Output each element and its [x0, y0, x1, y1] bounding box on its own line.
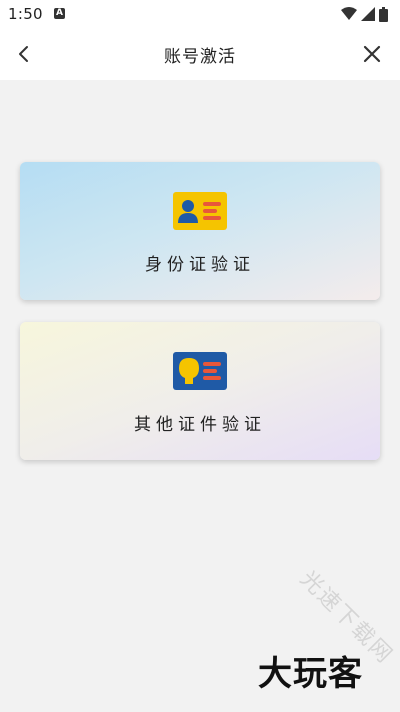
other-document-verification-option[interactable]: 其他证件验证 [20, 322, 380, 460]
a-letter-icon: A [54, 8, 65, 19]
close-icon [363, 45, 381, 63]
page-title: 账号激活 [164, 47, 236, 67]
signal-icon [361, 7, 375, 21]
id-card-verification-option[interactable]: 身份证验证 [20, 162, 380, 300]
close-button[interactable] [354, 36, 390, 72]
wifi-icon [341, 7, 357, 20]
id-card-icon [173, 352, 227, 390]
status-bar: 1:50 A [0, 0, 400, 28]
header-bar: 账号激活 [0, 28, 400, 80]
battery-icon [379, 6, 388, 22]
option-label-id-card: 身份证验证 [145, 255, 255, 275]
id-card-icon [173, 192, 227, 230]
app-screen: 1:50 A 账号激活 身份证验证 其他证件验证 光速下载网 大玩客 [0, 0, 400, 712]
option-label-other-document: 其他证件验证 [134, 415, 266, 435]
watermark-logo: 大玩客 [258, 654, 363, 694]
status-time: 1:50 [8, 5, 43, 23]
status-icons [341, 4, 388, 24]
